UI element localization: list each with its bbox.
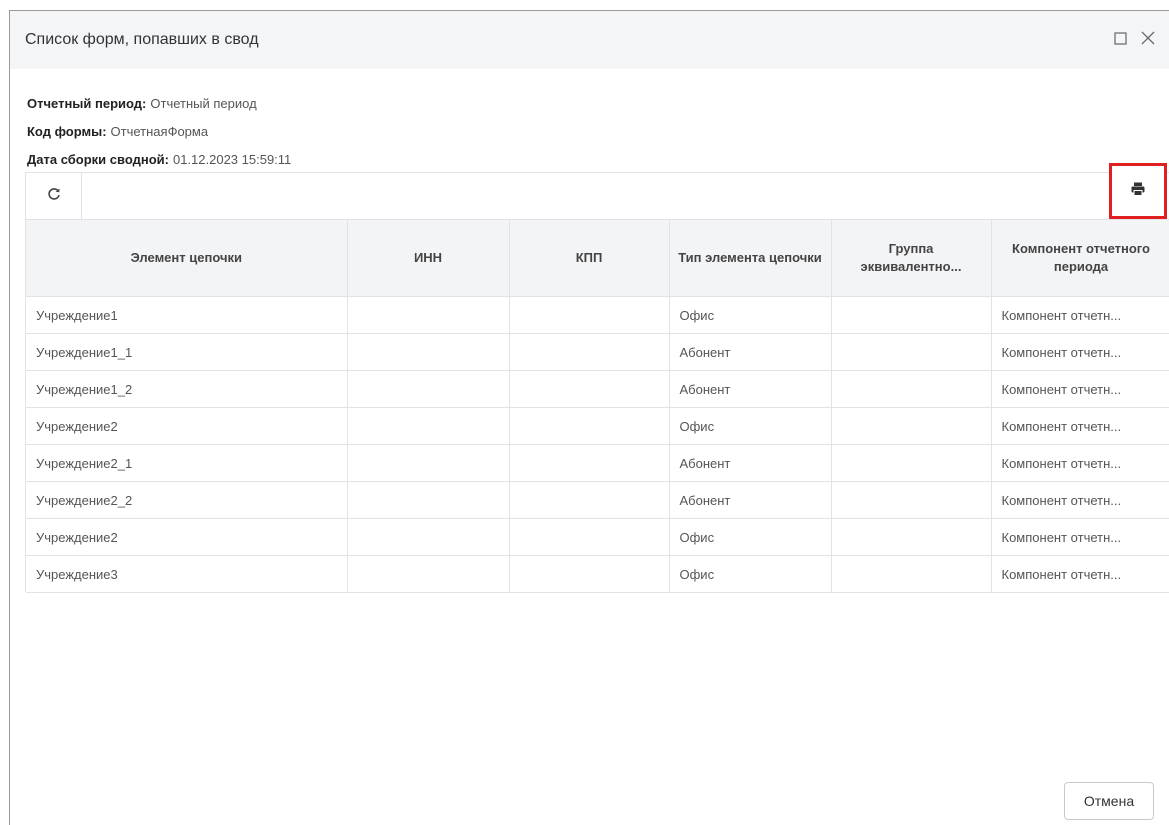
column-header[interactable]: ИНН <box>347 220 510 297</box>
build-date-row: Дата сборки сводной: 01.12.2023 15:59:11 <box>27 146 291 174</box>
table-cell: Компонент отчетн... <box>991 296 1169 334</box>
column-header[interactable]: Группа эквивалентно... <box>831 220 992 297</box>
report-info: Отчетный период: Отчетный период Код форм… <box>27 90 291 174</box>
column-header[interactable]: Компонент отчетного периода <box>991 220 1169 297</box>
table-cell <box>509 555 670 593</box>
table-cell <box>509 333 670 371</box>
column-header[interactable]: КПП <box>509 220 670 297</box>
table-cell <box>831 481 992 519</box>
table-cell: Компонент отчетн... <box>991 370 1169 408</box>
table-cell <box>509 407 670 445</box>
table-cell: Учреждение2 <box>26 407 348 445</box>
table-cell <box>347 518 510 556</box>
table-row[interactable]: Учреждение1_1 Абонент Компонент отчетн... <box>26 333 1169 371</box>
dialog-title: Список форм, попавших в свод <box>25 31 259 48</box>
table-cell <box>509 481 670 519</box>
table-cell: Учреждение2 <box>26 518 348 556</box>
dialog-window: Список форм, попавших в свод Отчетный пе… <box>9 10 1169 825</box>
period-label: Отчетный период: <box>27 96 147 111</box>
dialog-titlebar: Список форм, попавших в свод <box>10 11 1169 69</box>
table-cell <box>509 370 670 408</box>
table-cell <box>831 555 992 593</box>
table-cell: Офис <box>669 555 832 593</box>
table-cell: Абонент <box>669 333 832 371</box>
period-row: Отчетный период: Отчетный период <box>27 90 291 118</box>
table-cell: Учреждение1_1 <box>26 333 348 371</box>
table-row[interactable]: Учреждение1 Офис Компонент отчетн... <box>26 296 1169 334</box>
table-row[interactable]: Учреждение1_2 Абонент Компонент отчетн... <box>26 370 1169 408</box>
table-cell <box>347 555 510 593</box>
table-cell: Абонент <box>669 370 832 408</box>
table-cell <box>509 444 670 482</box>
table-row[interactable]: Учреждение2_1 Абонент Компонент отчетн... <box>26 444 1169 482</box>
forms-table: Элемент цепочки ИНН КПП Тип элемента цеп… <box>26 220 1169 593</box>
table-cell: Учреждение1_2 <box>26 370 348 408</box>
table-cell <box>831 444 992 482</box>
table-row[interactable]: Учреждение2_2 Абонент Компонент отчетн... <box>26 481 1169 519</box>
print-button[interactable] <box>1109 163 1167 219</box>
refresh-icon <box>47 187 61 206</box>
refresh-button[interactable] <box>26 173 82 219</box>
print-icon <box>1130 181 1146 202</box>
table-row[interactable]: Учреждение2 Офис Компонент отчетн... <box>26 518 1169 556</box>
maximize-icon[interactable] <box>1111 29 1129 47</box>
period-value: Отчетный период <box>150 96 257 111</box>
table-cell <box>347 370 510 408</box>
table-cell: Компонент отчетн... <box>991 407 1169 445</box>
table-cell: Офис <box>669 518 832 556</box>
table-cell <box>347 333 510 371</box>
table-cell <box>347 407 510 445</box>
table-cell <box>347 481 510 519</box>
build-date-label: Дата сборки сводной: <box>27 152 169 167</box>
table-cell <box>347 296 510 334</box>
table-cell: Компонент отчетн... <box>991 481 1169 519</box>
table-cell: Компонент отчетн... <box>991 333 1169 371</box>
form-code-label: Код формы: <box>27 124 107 139</box>
close-icon[interactable] <box>1139 29 1157 47</box>
column-header[interactable]: Элемент цепочки <box>26 220 348 297</box>
table-cell <box>831 296 992 334</box>
build-date-value: 01.12.2023 15:59:11 <box>172 152 292 167</box>
table-cell: Учреждение2_2 <box>26 481 348 519</box>
column-header[interactable]: Тип элемента цепочки <box>669 220 832 297</box>
table-cell: Абонент <box>669 481 832 519</box>
grid-toolbar <box>26 163 1169 220</box>
table-cell: Компонент отчетн... <box>991 518 1169 556</box>
form-code-value: ОтчетнаяФорма <box>110 124 209 139</box>
table-cell <box>831 333 992 371</box>
table-header-row: Элемент цепочки ИНН КПП Тип элемента цеп… <box>26 220 1169 297</box>
table-cell: Учреждение2_1 <box>26 444 348 482</box>
table-cell: Абонент <box>669 444 832 482</box>
table-row[interactable]: Учреждение2 Офис Компонент отчетн... <box>26 407 1169 445</box>
table-cell <box>509 518 670 556</box>
table-cell <box>509 296 670 334</box>
table-cell <box>831 518 992 556</box>
table-cell: Офис <box>669 296 832 334</box>
table-cell <box>831 407 992 445</box>
table-row[interactable]: Учреждение3 Офис Компонент отчетн... <box>26 555 1169 593</box>
table-cell <box>831 370 992 408</box>
table-cell: Компонент отчетн... <box>991 555 1169 593</box>
window-controls <box>1111 29 1157 47</box>
table-cell: Учреждение3 <box>26 555 348 593</box>
form-code-row: Код формы: ОтчетнаяФорма <box>27 118 291 146</box>
forms-grid: Элемент цепочки ИНН КПП Тип элемента цеп… <box>25 163 1169 593</box>
cancel-button[interactable]: Отмена <box>1064 782 1154 820</box>
table-cell <box>347 444 510 482</box>
table-cell: Компонент отчетн... <box>991 444 1169 482</box>
table-cell: Офис <box>669 407 832 445</box>
table-cell: Учреждение1 <box>26 296 348 334</box>
